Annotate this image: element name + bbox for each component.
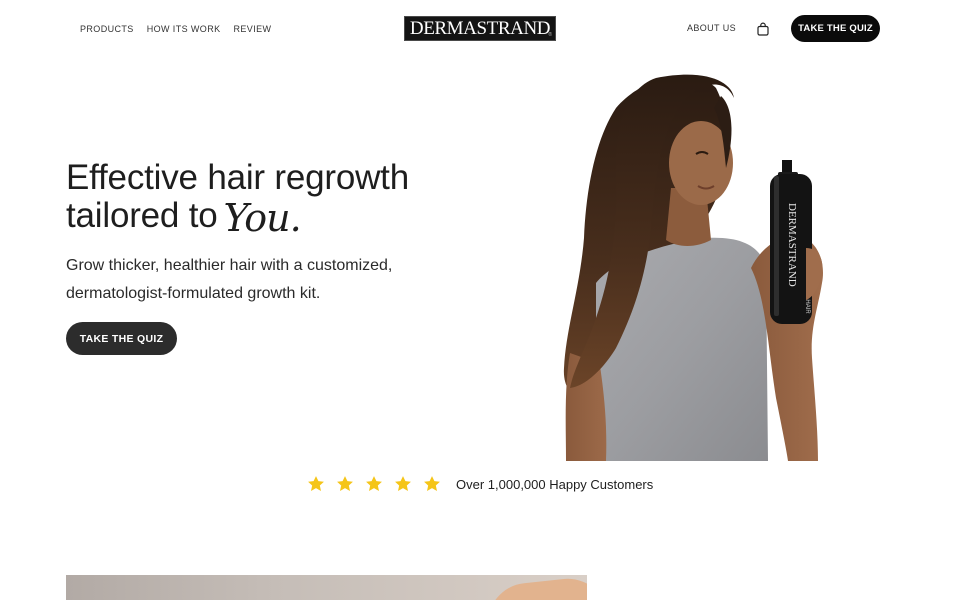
model-illustration: DERMASTRAND SCALP + HAIR [563, 74, 823, 461]
hero-subtitle-line-2: dermatologist-formulated growth kit. [66, 284, 321, 302]
hero-title-line-1: Effective hair regrowth [66, 158, 409, 197]
primary-nav: PRODUCTS HOW ITS WORK REVIEW [80, 24, 271, 35]
star-icon [337, 476, 353, 491]
star-icon [424, 476, 440, 491]
take-quiz-header-button[interactable]: TAKE THE QUIZ [791, 15, 880, 42]
hero-subtitle-line-1: Grow thicker, healthier hair with a cust… [66, 257, 393, 274]
section-banner-image [66, 575, 587, 600]
banner-arm-shape [484, 575, 587, 600]
nav-about-us[interactable]: ABOUT US [687, 23, 736, 34]
rating-stars [306, 474, 442, 494]
hero-title-tailored: tailored to [66, 196, 218, 235]
nav-review[interactable]: REVIEW [234, 24, 272, 35]
hero-title-line-2: tailored to You. [66, 196, 486, 238]
star-icon [366, 476, 382, 491]
customer-rating: Over 1,000,000 Happy Customers [306, 474, 653, 494]
product-bottle: DERMASTRAND SCALP + HAIR [770, 160, 812, 324]
hero-subtitle: Grow thicker, healthier hair with a cust… [66, 252, 426, 307]
shopping-bag-icon[interactable] [756, 22, 770, 36]
secondary-nav: ABOUT US TAKE THE QUIZ [687, 15, 880, 42]
brand-logo[interactable]: DERMASTRAND ® [404, 16, 556, 41]
nav-products[interactable]: PRODUCTS [80, 24, 134, 35]
happy-customers-text: Over 1,000,000 Happy Customers [456, 476, 654, 492]
logo-registered-mark: ® [548, 32, 552, 38]
star-icon [308, 476, 324, 491]
hero-title: Effective hair regrowth tailored to You. [66, 158, 486, 238]
nav-how-it-works[interactable]: HOW ITS WORK [147, 24, 221, 35]
bottle-brand-text: DERMASTRAND [786, 203, 798, 287]
take-quiz-hero-button[interactable]: TAKE THE QUIZ [66, 322, 177, 355]
star-icon [395, 476, 411, 491]
hero-title-script-you: You. [223, 196, 302, 240]
logo-wordmark: DERMASTRAND [409, 18, 551, 39]
hero-model-image: DERMASTRAND SCALP + HAIR [556, 68, 826, 461]
